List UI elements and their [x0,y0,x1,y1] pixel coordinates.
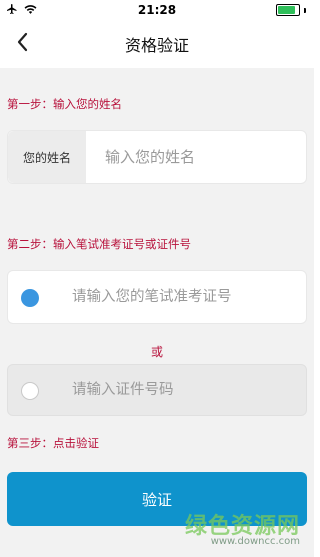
battery-icon [276,4,306,16]
exam-number-radio[interactable] [21,289,39,307]
step1-label: 第一步：输入您的姓名 [7,97,122,111]
step2-label: 第二步：输入笔试准考证号或证件号 [7,237,191,251]
id-number-radio[interactable] [21,382,39,400]
name-field-card: 您的姓名 [7,130,307,184]
or-separator: 或 [150,345,163,359]
status-time: 21:28 [137,3,177,17]
exam-number-card [7,270,307,324]
name-input[interactable] [103,131,302,183]
watermark: 绿色资源网 www.downcc.com [185,508,300,547]
exam-number-input[interactable] [70,271,304,323]
nav-bar: 资格验证 [0,20,314,64]
id-number-input[interactable] [70,365,304,415]
id-number-card [7,364,307,416]
name-field-label: 您的姓名 [8,131,86,183]
page-title: 资格验证 [124,36,189,55]
main-content: 第一步：输入您的姓名 您的姓名 第二步：输入笔试准考证号或证件号 或 第三步：点… [0,68,314,557]
step3-label: 第三步：点击验证 [7,436,99,450]
status-bar: 21:28 [0,0,314,20]
